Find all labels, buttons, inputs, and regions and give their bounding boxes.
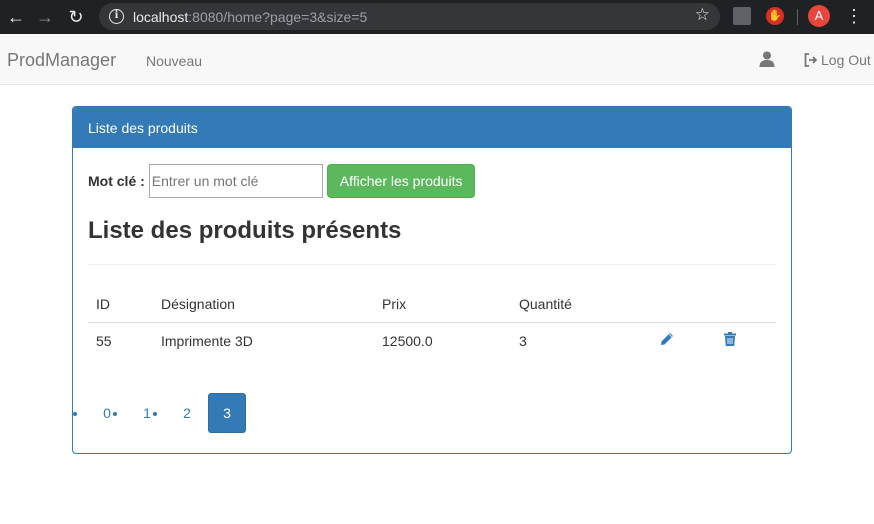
page-link-3-active[interactable]: 3 [208, 393, 246, 433]
url-host: localhost [133, 9, 189, 25]
header-edit [651, 287, 714, 322]
forward-icon[interactable]: → [33, 5, 57, 29]
header-id: ID [96, 296, 110, 313]
page-link-0[interactable]: 0 [88, 393, 126, 433]
show-products-button[interactable]: Afficher les produits [326, 164, 476, 198]
products-panel: Liste des produits Mot clé : Afficher le… [72, 106, 792, 454]
user-icon[interactable] [758, 50, 776, 68]
url-text[interactable]: localhost:8080/home?page=3&size=5 [133, 9, 367, 25]
table-header-row: ID Désignation Prix Quantité [88, 287, 776, 322]
url-path: :8080/home?page=3&size=5 [188, 9, 368, 25]
search-label: Mot clé : [88, 173, 145, 189]
browser-toolbar: ← → ↻ i localhost:8080/home?page=3&size=… [0, 0, 874, 34]
search-input[interactable] [148, 164, 323, 198]
bookmark-star-icon[interactable]: ☆ [695, 5, 710, 25]
address-bar[interactable]: i localhost:8080/home?page=3&size=5 ☆ [99, 3, 720, 30]
header-quantite: Quantité [519, 296, 572, 313]
logout-link[interactable]: Log Out [804, 52, 871, 68]
logout-icon [804, 53, 818, 67]
adblock-extension-icon[interactable]: ✋ [766, 7, 784, 25]
profile-avatar[interactable]: A [808, 5, 830, 27]
back-icon[interactable]: ← [4, 5, 28, 29]
delete-trash-icon[interactable] [722, 331, 738, 347]
cell-id: 55 [96, 332, 112, 349]
section-title: Liste des produits présents [88, 217, 402, 244]
brand-link[interactable]: ProdManager [7, 50, 116, 71]
products-table: ID Désignation Prix Quantité 55 Imprimen… [88, 287, 776, 359]
extension-icon[interactable] [733, 7, 751, 25]
logout-label: Log Out [821, 52, 871, 68]
table-row: 55 Imprimente 3D 12500.0 3 [88, 322, 776, 359]
nav-link-nouveau[interactable]: Nouveau [146, 53, 202, 69]
app-navbar: ProdManager Nouveau Log Out [0, 34, 874, 85]
cell-designation: Imprimente 3D [161, 332, 253, 349]
reload-icon[interactable]: ↻ [64, 5, 88, 29]
page-link-1[interactable]: 1 [128, 393, 166, 433]
search-form: Mot clé : Afficher les produits [88, 164, 476, 198]
info-icon[interactable]: i [109, 9, 124, 24]
panel-heading: Liste des produits [73, 107, 791, 148]
header-designation: Désignation [161, 296, 235, 313]
browser-menu-icon[interactable]: ⋮ [845, 6, 863, 26]
header-delete [714, 287, 776, 322]
cell-quantite: 3 [519, 332, 527, 349]
page-link-2[interactable]: 2 [168, 393, 206, 433]
section-divider [88, 264, 776, 265]
toolbar-divider [797, 9, 798, 25]
cell-prix: 12500.0 [382, 332, 433, 349]
edit-pencil-icon[interactable] [659, 331, 675, 347]
pagination: 0 1 2 3 [88, 393, 248, 433]
header-prix: Prix [382, 296, 407, 313]
cell-edit [651, 322, 714, 359]
cell-delete [714, 322, 776, 359]
